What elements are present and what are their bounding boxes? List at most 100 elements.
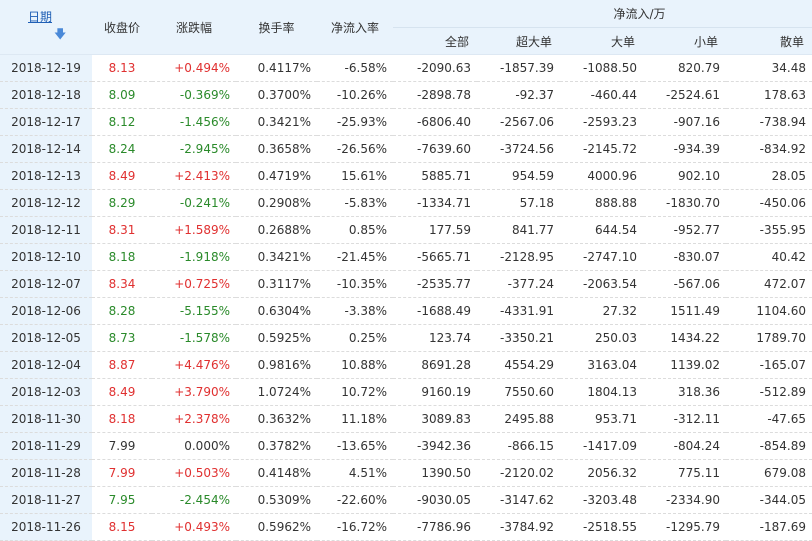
cell-turnover: 0.5309% bbox=[236, 486, 317, 514]
cell-change: -0.241% bbox=[152, 189, 236, 217]
cell-net-ratio: 11.18% bbox=[317, 405, 393, 433]
col-turnover-header[interactable]: 换手率 bbox=[236, 0, 317, 55]
cell-close: 8.13 bbox=[92, 54, 152, 82]
cell-small: -2334.90 bbox=[643, 486, 726, 514]
cell-retail: -450.06 bbox=[726, 189, 812, 217]
table-body: 2018-12-19 8.13 +0.494% 0.4117% -6.58% -2090.… bbox=[0, 54, 812, 541]
table-row: 2018-12-17 8.12 -1.456% 0.3421% -25.93% -6806… bbox=[0, 108, 812, 136]
cell-all: -1334.71 bbox=[393, 189, 477, 217]
cell-super: -2120.02 bbox=[477, 459, 560, 487]
cell-turnover: 0.4148% bbox=[236, 459, 317, 487]
cell-small: 1434.22 bbox=[643, 324, 726, 352]
cell-super: -92.37 bbox=[477, 81, 560, 109]
cell-large: -2063.54 bbox=[560, 270, 643, 298]
cell-small: 902.10 bbox=[643, 162, 726, 190]
cell-retail: -47.65 bbox=[726, 405, 812, 433]
cell-large: 4000.96 bbox=[560, 162, 643, 190]
cell-all: -6806.40 bbox=[393, 108, 477, 136]
cell-large: -3203.48 bbox=[560, 486, 643, 514]
cell-large: 1804.13 bbox=[560, 378, 643, 406]
cell-all: -1688.49 bbox=[393, 297, 477, 325]
cell-all: 3089.83 bbox=[393, 405, 477, 433]
cell-close: 8.73 bbox=[92, 324, 152, 352]
cell-close: 8.29 bbox=[92, 189, 152, 217]
col-super-header[interactable]: 超大单 bbox=[477, 27, 560, 55]
cell-net-ratio: -26.56% bbox=[317, 135, 393, 163]
cell-change: -2.454% bbox=[152, 486, 236, 514]
cell-all: 8691.28 bbox=[393, 351, 477, 379]
cell-close: 8.12 bbox=[92, 108, 152, 136]
cell-large: -2518.55 bbox=[560, 513, 643, 541]
cell-date: 2018-12-12 bbox=[0, 189, 92, 217]
cell-small: -952.77 bbox=[643, 216, 726, 244]
cell-small: 775.11 bbox=[643, 459, 726, 487]
cell-date: 2018-12-06 bbox=[0, 297, 92, 325]
table-row: 2018-12-19 8.13 +0.494% 0.4117% -6.58% -2090.… bbox=[0, 54, 812, 82]
cell-super: -2128.95 bbox=[477, 243, 560, 271]
cell-turnover: 0.4719% bbox=[236, 162, 317, 190]
cell-retail: 679.08 bbox=[726, 459, 812, 487]
cell-net-ratio: 10.88% bbox=[317, 351, 393, 379]
cell-super: 57.18 bbox=[477, 189, 560, 217]
table-row: 2018-12-12 8.29 -0.241% 0.2908% -5.83% -1334.… bbox=[0, 189, 812, 217]
cell-date: 2018-12-05 bbox=[0, 324, 92, 352]
cell-net-ratio: -10.35% bbox=[317, 270, 393, 298]
cell-small: 1511.49 bbox=[643, 297, 726, 325]
cell-change: +3.790% bbox=[152, 378, 236, 406]
cell-all: -2898.78 bbox=[393, 81, 477, 109]
cell-retail: 28.05 bbox=[726, 162, 812, 190]
col-net-ratio-header[interactable]: 净流入率 bbox=[317, 0, 393, 55]
sort-down-arrow-icon[interactable]: 🡇 bbox=[54, 27, 66, 41]
col-change-header[interactable]: 涨跌幅 bbox=[152, 0, 236, 55]
col-small-header[interactable]: 小单 bbox=[643, 27, 726, 55]
cell-retail: -738.94 bbox=[726, 108, 812, 136]
col-date-header[interactable]: 日期🡇 bbox=[0, 0, 92, 55]
cell-net-ratio: 10.72% bbox=[317, 378, 393, 406]
cell-change: 0.000% bbox=[152, 432, 236, 460]
cell-turnover: 0.2908% bbox=[236, 189, 317, 217]
cell-turnover: 0.3421% bbox=[236, 108, 317, 136]
col-close-header[interactable]: 收盘价 bbox=[92, 0, 152, 55]
cell-net-ratio: 4.51% bbox=[317, 459, 393, 487]
cell-small: -567.06 bbox=[643, 270, 726, 298]
cell-date: 2018-12-03 bbox=[0, 378, 92, 406]
cell-super: -3724.56 bbox=[477, 135, 560, 163]
cell-net-ratio: -16.72% bbox=[317, 513, 393, 541]
col-retail-header[interactable]: 散单 bbox=[726, 27, 812, 55]
cell-close: 8.87 bbox=[92, 351, 152, 379]
cell-large: 2056.32 bbox=[560, 459, 643, 487]
date-header-label[interactable]: 日期 bbox=[28, 10, 52, 24]
cell-close: 8.15 bbox=[92, 513, 152, 541]
cell-date: 2018-12-11 bbox=[0, 216, 92, 244]
table-row: 2018-12-04 8.87 +4.476% 0.9816% 10.88% 8691.2… bbox=[0, 351, 812, 379]
cell-date: 2018-12-10 bbox=[0, 243, 92, 271]
table-row: 2018-12-07 8.34 +0.725% 0.3117% -10.35% -2535… bbox=[0, 270, 812, 298]
table-row: 2018-12-11 8.31 +1.589% 0.2688% 0.85% 177.59 8… bbox=[0, 216, 812, 244]
cell-net-ratio: -22.60% bbox=[317, 486, 393, 514]
cell-change: +2.378% bbox=[152, 405, 236, 433]
cell-small: 1139.02 bbox=[643, 351, 726, 379]
cell-date: 2018-12-19 bbox=[0, 54, 92, 82]
table-row: 2018-12-10 8.18 -1.918% 0.3421% -21.45% -5665… bbox=[0, 243, 812, 271]
col-all-header[interactable]: 全部 bbox=[393, 27, 477, 55]
cell-small: -830.07 bbox=[643, 243, 726, 271]
cell-turnover: 0.3658% bbox=[236, 135, 317, 163]
cell-all: 123.74 bbox=[393, 324, 477, 352]
col-large-header[interactable]: 大单 bbox=[560, 27, 643, 55]
cell-super: 7550.60 bbox=[477, 378, 560, 406]
cell-turnover: 0.6304% bbox=[236, 297, 317, 325]
net-flow-group-header: 净流入/万 bbox=[393, 0, 812, 28]
cell-date: 2018-12-04 bbox=[0, 351, 92, 379]
cell-retail: -512.89 bbox=[726, 378, 812, 406]
cell-close: 8.34 bbox=[92, 270, 152, 298]
cell-date: 2018-11-28 bbox=[0, 459, 92, 487]
cell-retail: -355.95 bbox=[726, 216, 812, 244]
cell-net-ratio: -6.58% bbox=[317, 54, 393, 82]
cell-large: 888.88 bbox=[560, 189, 643, 217]
table-row: 2018-11-30 8.18 +2.378% 0.3632% 11.18% 3089.8… bbox=[0, 405, 812, 433]
cell-small: 820.79 bbox=[643, 54, 726, 82]
table-row: 2018-12-06 8.28 -5.155% 0.6304% -3.38% -1688.… bbox=[0, 297, 812, 325]
cell-all: -5665.71 bbox=[393, 243, 477, 271]
cell-change: -2.945% bbox=[152, 135, 236, 163]
cell-turnover: 0.5962% bbox=[236, 513, 317, 541]
